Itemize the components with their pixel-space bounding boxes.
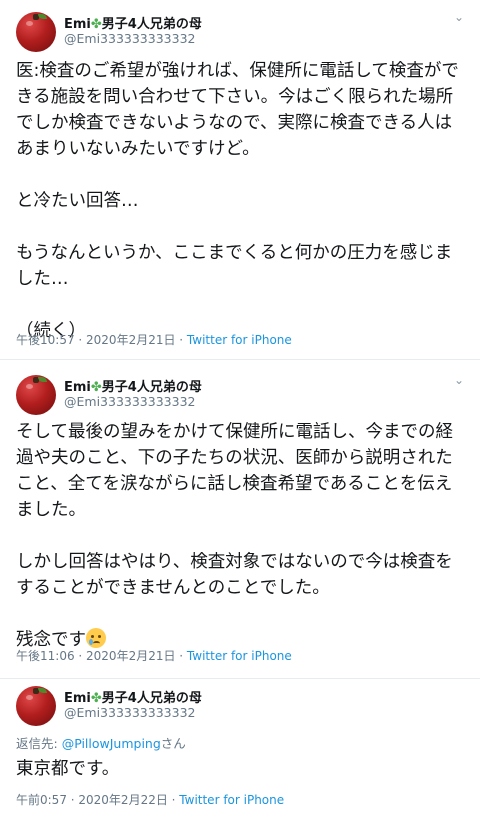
tweet-meta: 午後11:06 · 2020年2月21日 · Twitter for iPhon… — [16, 647, 292, 664]
chevron-down-icon[interactable]: ⌄ — [454, 373, 464, 387]
author-handle[interactable]: @Emi333333333332 — [64, 31, 195, 46]
tweet-text: 医:検査のご希望が強ければ、保健所に電話して検査ができる施設を問い合わせて下さい… — [16, 61, 459, 341]
tweet-1: Emi✤男子4人兄弟の母 @Emi333333333332 ⌄ 医:検査のご希望… — [0, 0, 480, 360]
author-name[interactable]: Emi✤男子4人兄弟の母 — [64, 13, 202, 32]
source-link[interactable]: Twitter for iPhone — [187, 649, 292, 663]
tweet-text: そして最後の望みをかけて保健所に電話し、今までの経過や夫のこと、下の子たちの状況… — [16, 422, 453, 650]
crying-face-icon — [86, 628, 106, 648]
clover-icon: ✤ — [90, 691, 102, 706]
tweet-3: Emi✤男子4人兄弟の母 @Emi333333333332 返信先: @Pill… — [0, 680, 480, 821]
author-name[interactable]: Emi✤男子4人兄弟の母 — [64, 376, 202, 395]
timestamp[interactable]: 午後10:57 · 2020年2月21日 · — [16, 333, 187, 347]
source-link[interactable]: Twitter for iPhone — [187, 333, 292, 347]
tweet-2: Emi✤男子4人兄弟の母 @Emi333333333332 ⌄ そして最後の望み… — [0, 361, 480, 679]
clover-icon: ✤ — [90, 17, 102, 32]
reply-context: 返信先: @PillowJumpingさん — [16, 736, 186, 751]
clover-icon: ✤ — [90, 380, 102, 395]
tweet-meta: 午前0:57 · 2020年2月22日 · Twitter for iPhone — [16, 791, 284, 808]
avatar[interactable] — [16, 12, 56, 52]
author-name[interactable]: Emi✤男子4人兄弟の母 — [64, 687, 202, 706]
mention-link[interactable]: @PillowJumping — [62, 736, 161, 751]
tweet-text: 東京都です。 — [16, 759, 120, 779]
timestamp[interactable]: 午後11:06 · 2020年2月21日 · — [16, 649, 187, 663]
source-link[interactable]: Twitter for iPhone — [179, 793, 284, 807]
timestamp[interactable]: 午前0:57 · 2020年2月22日 · — [16, 793, 179, 807]
author-handle[interactable]: @Emi333333333332 — [64, 394, 195, 409]
chevron-down-icon[interactable]: ⌄ — [454, 10, 464, 24]
avatar[interactable] — [16, 686, 56, 726]
tweet-meta: 午後10:57 · 2020年2月21日 · Twitter for iPhon… — [16, 331, 292, 348]
author-handle[interactable]: @Emi333333333332 — [64, 705, 195, 720]
avatar[interactable] — [16, 375, 56, 415]
